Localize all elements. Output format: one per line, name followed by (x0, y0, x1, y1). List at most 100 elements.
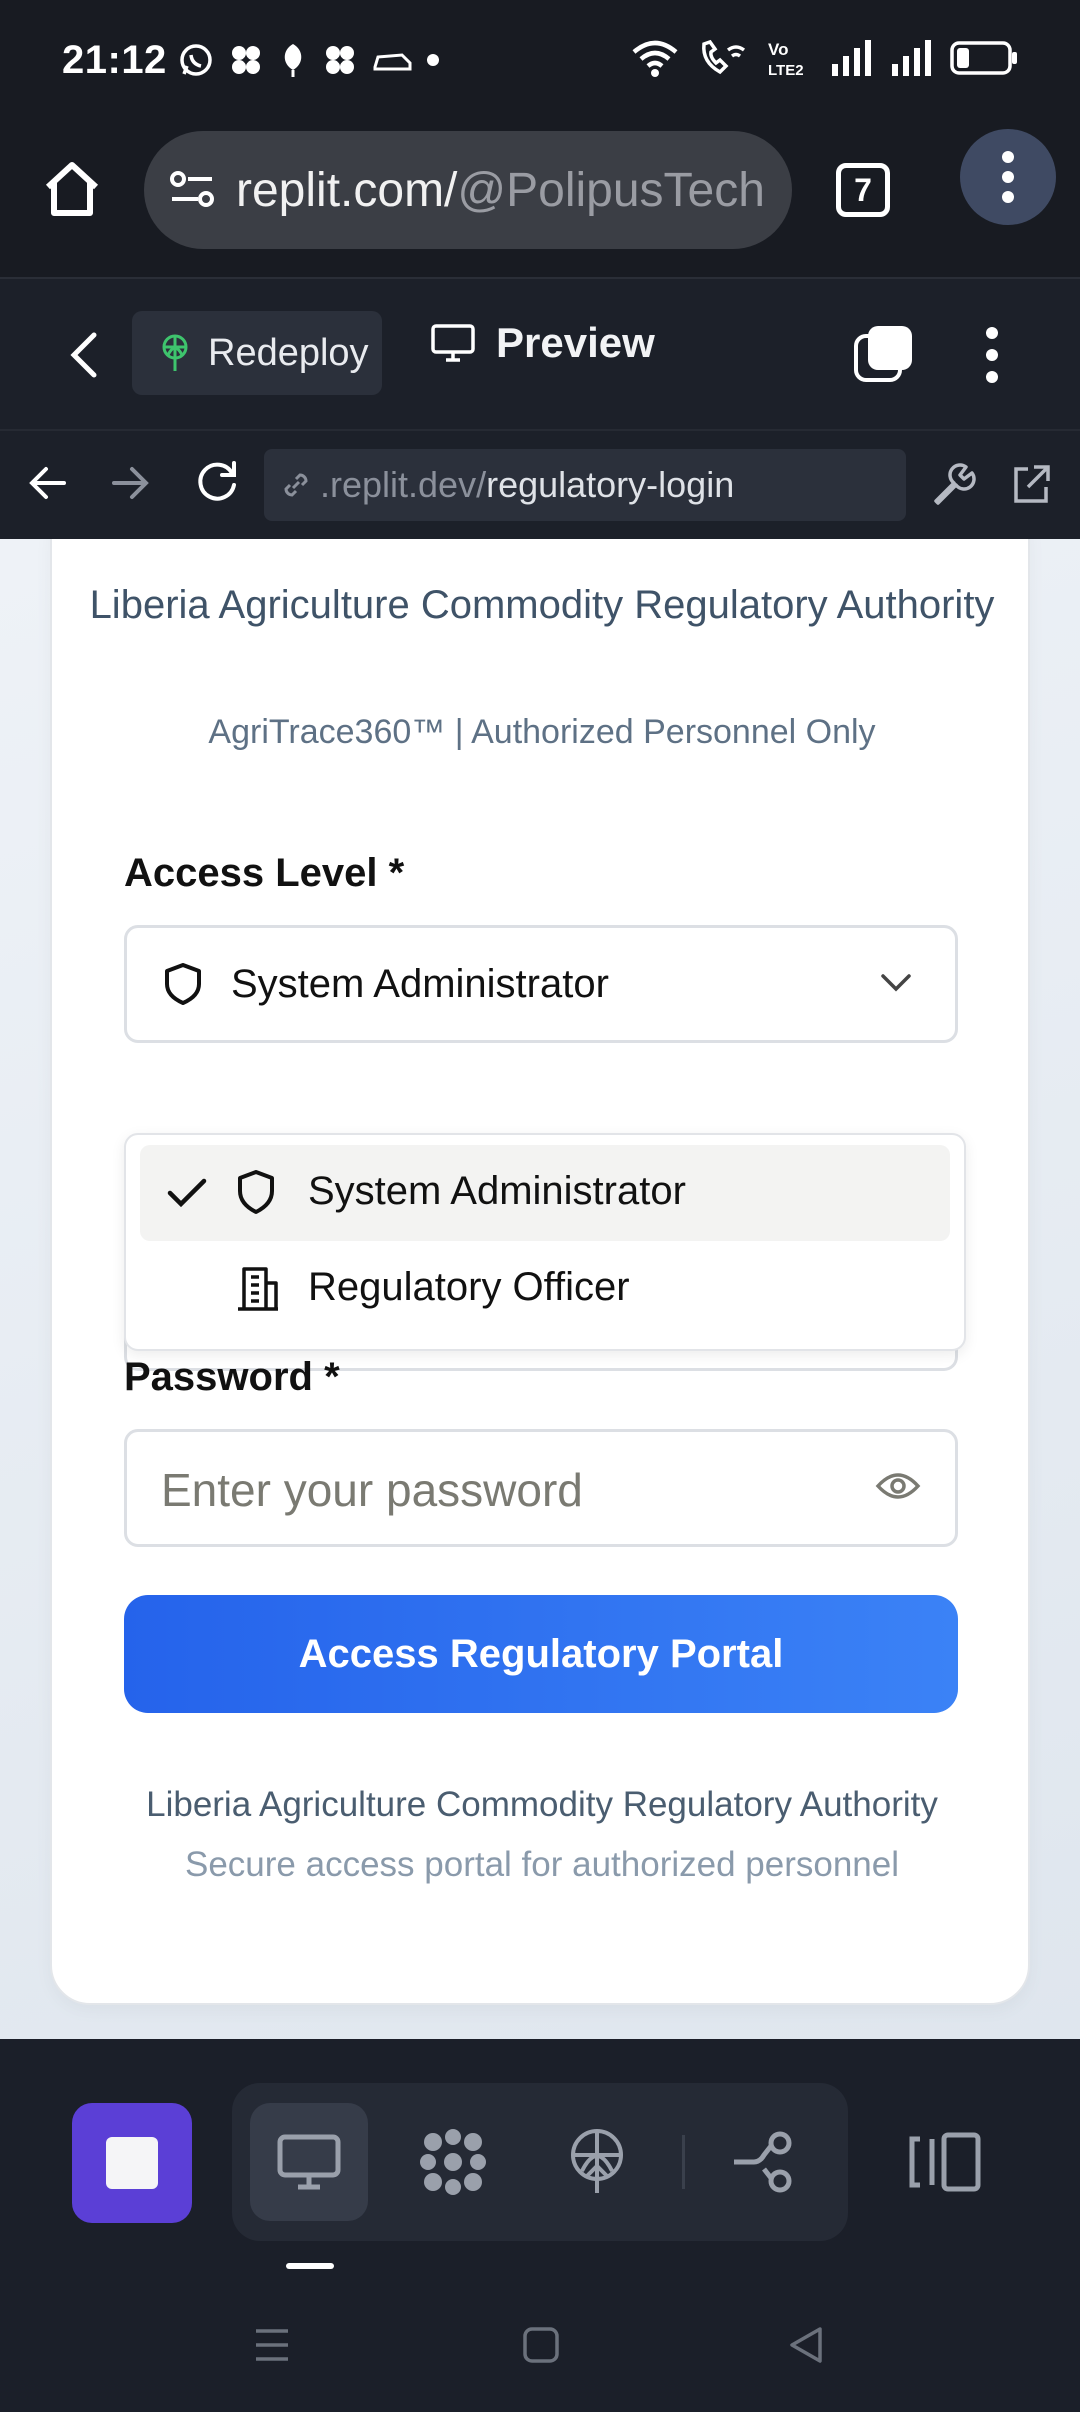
access-level-dropdown: System Administrator Regulatory Officer (124, 1133, 966, 1351)
preview-tab[interactable]: Preview (430, 319, 655, 367)
home-button[interactable] (40, 157, 104, 221)
preview-url-field[interactable]: .replit.dev/regulatory-login (264, 449, 906, 521)
panels-icon (909, 2132, 981, 2192)
browser-toolbar: replit.com/@PolipusTech 7 (0, 125, 1080, 277)
active-tool-indicator (286, 2263, 334, 2269)
whatsapp-icon (180, 44, 212, 76)
wifi-icon (632, 40, 678, 77)
battery-icon (950, 41, 1017, 75)
car-icon (373, 53, 412, 71)
devtools-button[interactable] (930, 461, 976, 507)
wrench-icon (934, 463, 976, 505)
system-nav-bar (0, 2279, 1080, 2412)
toggle-password-visibility-button[interactable] (875, 1470, 921, 1502)
preview-label: Preview (496, 319, 655, 366)
footer-note: Secure access portal for authorized pers… (184, 1845, 899, 1884)
eye-icon (875, 1473, 921, 1499)
check-icon (167, 1178, 207, 1208)
volte-icon: Vo LTE2 (768, 40, 804, 78)
url-bar[interactable]: replit.com/@PolipusTech (144, 131, 792, 249)
windows-button[interactable] (852, 324, 916, 384)
password-field[interactable] (124, 1429, 958, 1547)
redeploy-button[interactable]: Redeploy (132, 311, 382, 395)
shield-icon (165, 963, 201, 1005)
site-settings-icon[interactable] (168, 165, 218, 215)
option-system-administrator[interactable]: System Administrator (140, 1145, 950, 1241)
status-time: 21:12 (62, 38, 167, 82)
monitor-icon (277, 2134, 341, 2190)
fan-icon (232, 46, 260, 74)
access-portal-button[interactable]: Access Regulatory Portal (124, 1595, 958, 1713)
org-title: Liberia Agriculture Commodity Regulatory… (89, 583, 995, 627)
building-icon (238, 1267, 278, 1311)
status-indicators: Vo LTE2 (630, 38, 1018, 78)
windows-icon (854, 326, 912, 382)
arrow-right-icon (112, 467, 149, 499)
signal-icon (832, 40, 871, 76)
deploy-icon (162, 334, 188, 371)
preview-forward-button[interactable] (110, 461, 150, 505)
back-button[interactable] (64, 329, 104, 381)
workspace-bottom-bar (0, 2039, 1080, 2279)
arrow-left-icon (29, 467, 66, 499)
agent-icon (420, 2129, 486, 2195)
git-tool-button[interactable] (706, 2103, 824, 2221)
signal-icon-2 (892, 40, 931, 76)
more-vertical-icon (986, 327, 998, 383)
password-label: Password * (124, 1355, 340, 1399)
preview-back-button[interactable] (28, 461, 68, 505)
status-bar: 21:12 Vo LTE2 (0, 0, 1080, 125)
leaf-icon (284, 44, 302, 77)
home-icon (45, 162, 99, 216)
option-label: Regulatory Officer (308, 1265, 630, 1309)
preview-viewport: Liberia Agriculture Commodity Regulatory… (0, 539, 1080, 2039)
org-subtitle: AgriTrace360™ | Authorized Personnel Onl… (208, 713, 876, 751)
monitor-icon (431, 324, 475, 362)
svg-text:LTE2: LTE2 (768, 62, 804, 78)
option-regulatory-officer[interactable]: Regulatory Officer (140, 1241, 950, 1337)
menu-icon (256, 2329, 288, 2361)
browser-menu-button[interactable] (960, 129, 1056, 225)
access-level-value: System Administrator (231, 961, 609, 1006)
footer-org-name: Liberia Agriculture Commodity Regulatory… (146, 1785, 938, 1824)
square-icon (523, 2327, 559, 2363)
replit-menu-button[interactable] (972, 325, 1012, 385)
agent-tool-button[interactable] (394, 2103, 512, 2221)
git-branch-icon (734, 2131, 792, 2193)
redeploy-label: Redeploy (208, 331, 369, 374)
fan-icon-2 (326, 46, 354, 74)
url-host: replit.com/ (236, 163, 458, 217)
replit-toolbar: Redeploy Preview (0, 277, 1080, 429)
workspace-tools (232, 2083, 848, 2241)
tool-divider (682, 2135, 685, 2189)
reload-icon (198, 461, 236, 501)
external-link-icon (1014, 465, 1050, 503)
deploy-tool-button[interactable] (538, 2103, 656, 2221)
wifi-calling-icon (702, 39, 746, 75)
chevron-left-icon (70, 332, 97, 378)
back-nav-button[interactable] (786, 2325, 826, 2365)
password-input[interactable] (161, 1460, 841, 1520)
preview-tool-button[interactable] (250, 2103, 368, 2221)
chevron-down-icon (881, 974, 911, 992)
stop-icon (106, 2137, 158, 2189)
dot-icon (427, 54, 439, 66)
preview-address-bar: .replit.dev/regulatory-login (0, 429, 1080, 539)
preview-url-host: .replit.dev/ (320, 464, 487, 505)
open-external-button[interactable] (1008, 461, 1054, 507)
reload-button[interactable] (194, 459, 240, 505)
stop-button[interactable] (72, 2103, 192, 2223)
tab-switcher-button[interactable]: 7 (836, 163, 890, 217)
more-vertical-icon (1002, 151, 1014, 203)
option-label: System Administrator (308, 1169, 686, 1213)
access-level-select[interactable]: System Administrator (124, 925, 958, 1043)
link-icon (284, 473, 308, 497)
login-card: Liberia Agriculture Commodity Regulatory… (50, 539, 1030, 2005)
access-level-label: Access Level * (124, 851, 405, 895)
preview-url-path: regulatory-login (486, 464, 735, 505)
recents-button[interactable] (252, 2325, 292, 2365)
shield-icon (238, 1170, 274, 1214)
deploy-icon (571, 2129, 623, 2193)
home-nav-button[interactable] (522, 2325, 560, 2365)
panels-button[interactable] (908, 2131, 984, 2193)
